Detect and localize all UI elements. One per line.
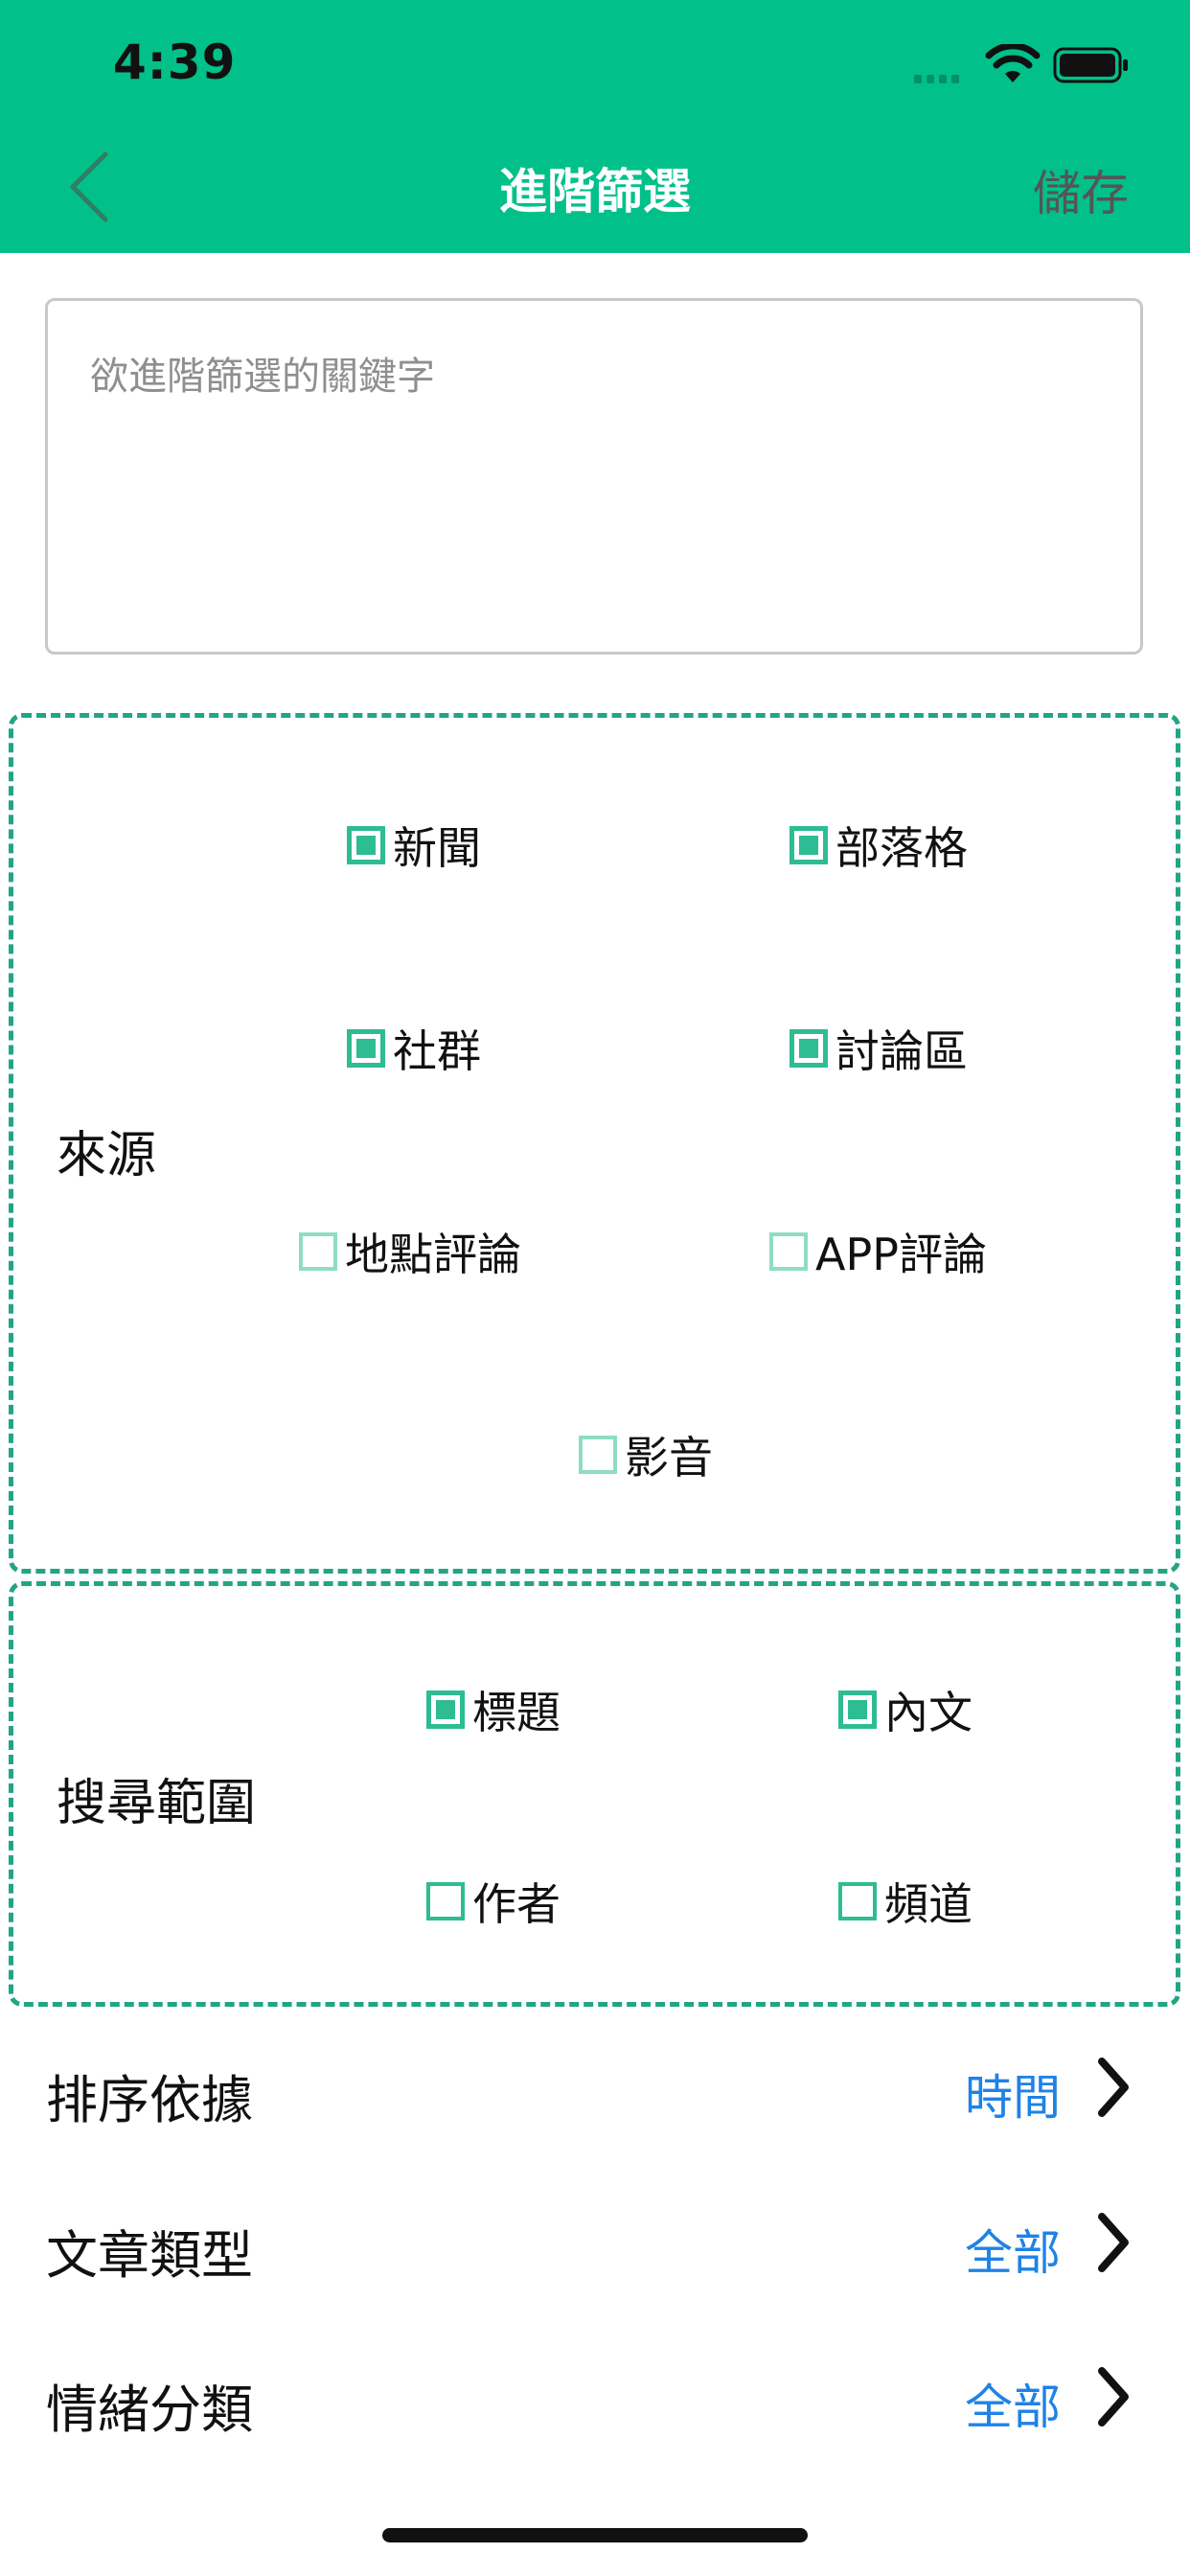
checkbox-checked-icon	[838, 1690, 877, 1729]
article-type-value: 全部	[965, 2225, 1061, 2281]
checkbox-checked-icon	[790, 1029, 828, 1068]
checkbox-unchecked-icon	[579, 1436, 617, 1474]
scope-option-channel[interactable]: 頻道	[838, 1870, 973, 1933]
option-label: 社群	[393, 1025, 481, 1077]
search-scope-label: 搜尋範圍	[57, 1775, 257, 1832]
status-time: 4:39	[113, 34, 237, 90]
source-option-blog[interactable]: 部落格	[790, 814, 968, 877]
option-label: 標題	[472, 1687, 561, 1738]
checkbox-unchecked-icon	[838, 1882, 877, 1920]
battery-icon	[1053, 47, 1128, 83]
search-scope-section: 搜尋範圍 標題 內文 作者 頻道	[9, 1581, 1180, 2007]
save-button[interactable]: 儲存	[1033, 155, 1129, 224]
option-label: 新聞	[393, 822, 481, 874]
source-label: 來源	[57, 1127, 157, 1184]
wifi-icon	[985, 44, 1041, 82]
checkbox-unchecked-icon	[426, 1882, 465, 1920]
chevron-right-icon	[1098, 2213, 1129, 2272]
option-label: 作者	[472, 1878, 561, 1930]
sentiment-value: 全部	[965, 2380, 1061, 2435]
app-header: 4:39 進階篩選 儲存	[0, 0, 1190, 253]
checkbox-checked-icon	[347, 826, 385, 864]
option-label: 內文	[884, 1687, 973, 1738]
checkbox-checked-icon	[426, 1690, 465, 1729]
source-section: 來源 新聞 部落格 社群 討論區 地點評論 APP評論 影音	[9, 713, 1180, 1574]
chevron-right-icon	[1098, 2367, 1129, 2426]
chevron-right-icon	[1098, 2058, 1129, 2117]
source-option-place-review[interactable]: 地點評論	[299, 1220, 521, 1283]
checkbox-unchecked-icon	[769, 1232, 808, 1271]
sentiment-row[interactable]: 情緒分類 全部	[0, 2327, 1190, 2471]
source-option-forum[interactable]: 討論區	[790, 1017, 968, 1080]
option-label: 頻道	[884, 1878, 973, 1930]
source-option-video[interactable]: 影音	[579, 1423, 713, 1486]
keyword-input[interactable]	[48, 301, 1140, 652]
option-label: 地點評論	[345, 1229, 521, 1280]
source-option-app-review[interactable]: APP評論	[769, 1220, 987, 1283]
home-indicator[interactable]	[382, 2528, 808, 2542]
keyword-field[interactable]	[45, 298, 1143, 655]
option-label: APP評論	[815, 1229, 987, 1280]
sentiment-label: 情緒分類	[46, 2380, 253, 2440]
sort-by-row[interactable]: 排序依據 時間	[0, 2017, 1190, 2161]
sort-by-label: 排序依據	[46, 2070, 253, 2130]
page-title: 進階篩選	[499, 164, 691, 219]
option-label: 討論區	[835, 1025, 968, 1077]
option-label: 部落格	[835, 822, 968, 874]
option-label: 影音	[625, 1432, 713, 1484]
scope-option-author[interactable]: 作者	[426, 1870, 561, 1933]
source-option-news[interactable]: 新聞	[347, 814, 481, 877]
cellular-signal-icon	[914, 69, 964, 87]
checkbox-checked-icon	[347, 1029, 385, 1068]
checkbox-checked-icon	[790, 826, 828, 864]
scope-option-content[interactable]: 內文	[838, 1678, 973, 1741]
source-option-social[interactable]: 社群	[347, 1017, 481, 1080]
scope-option-title[interactable]: 標題	[426, 1678, 561, 1741]
article-type-row[interactable]: 文章類型 全部	[0, 2173, 1190, 2316]
article-type-label: 文章類型	[46, 2225, 253, 2286]
checkbox-unchecked-icon	[299, 1232, 337, 1271]
sort-by-value: 時間	[965, 2070, 1061, 2126]
